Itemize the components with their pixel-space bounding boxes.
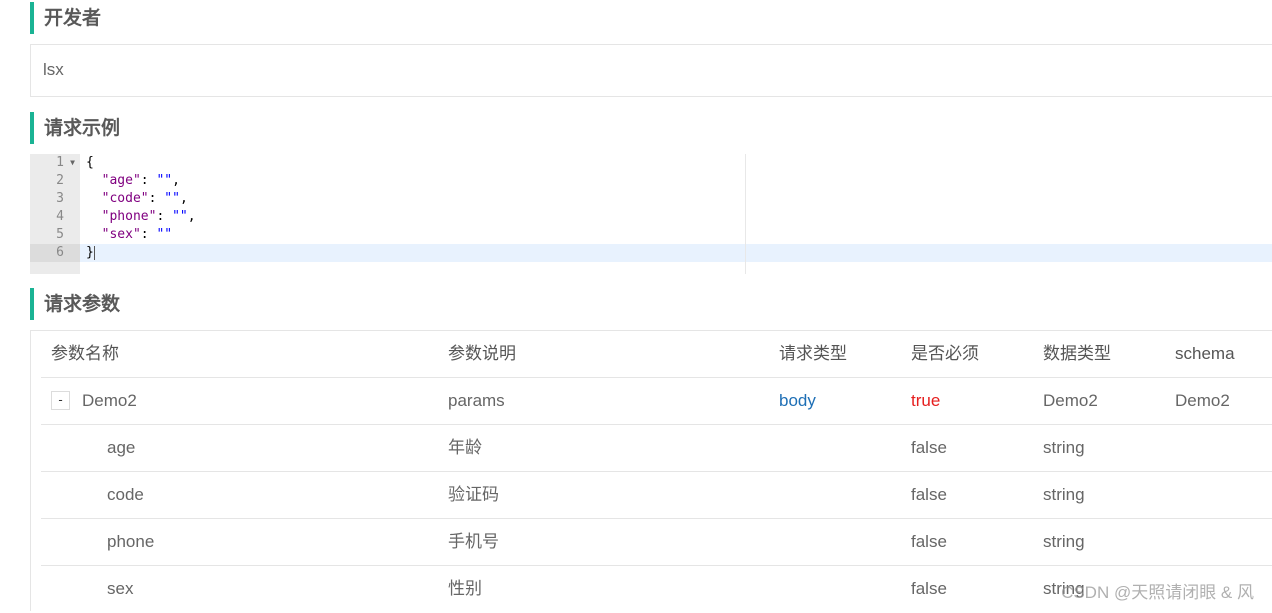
param-required: false — [911, 579, 947, 598]
param-data-type: string — [1043, 485, 1085, 504]
line-number: 2 — [56, 173, 64, 188]
param-data-type: Demo2 — [1043, 391, 1098, 410]
param-desc: 验证码 — [448, 485, 499, 504]
header-required: 是否必须 — [911, 344, 979, 363]
code-line: "code": "", — [101, 191, 188, 206]
print-margin — [745, 154, 746, 274]
param-desc: 性别 — [448, 579, 482, 598]
param-desc: 年龄 — [448, 438, 482, 457]
developer-section-title: 开发者 — [30, 2, 1272, 34]
header-schema: schema — [1175, 344, 1235, 363]
watermark: CSDN @天照请闭眼 & 风 — [1061, 583, 1254, 602]
param-name: age — [107, 438, 136, 457]
code-line: } — [86, 245, 95, 260]
collapse-toggle-button[interactable]: - — [51, 391, 70, 410]
code-line: { — [86, 155, 94, 170]
param-required: false — [911, 485, 947, 504]
table-row: - Demo2 params body true Demo2 Demo2 — [41, 378, 1272, 425]
param-name: code — [107, 485, 144, 504]
param-desc: 手机号 — [448, 532, 499, 551]
line-number: 5 — [56, 227, 64, 242]
editor-gutter: 1 ▼ 2 3 4 5 6 — [30, 154, 80, 274]
param-required: true — [911, 391, 941, 410]
header-request-type: 请求类型 — [779, 344, 847, 363]
active-line-highlight — [80, 244, 1272, 262]
table-header-row: 参数名称 参数说明 请求类型 是否必须 数据类型 schema — [41, 331, 1272, 378]
line-number: 4 — [56, 209, 64, 224]
param-data-type: string — [1043, 532, 1085, 551]
params-table: 参数名称 参数说明 请求类型 是否必须 数据类型 schema - Demo2 … — [30, 330, 1272, 611]
param-required: false — [911, 438, 947, 457]
code-line: "phone": "", — [101, 209, 196, 224]
request-example-title: 请求示例 — [30, 112, 1272, 144]
header-param-name: 参数名称 — [51, 344, 119, 363]
text-cursor — [93, 245, 95, 260]
param-name: sex — [107, 579, 134, 598]
line-number: 3 — [56, 191, 64, 206]
param-schema: Demo2 — [1175, 391, 1230, 410]
header-data-type: 数据类型 — [1043, 344, 1111, 363]
param-desc: params — [448, 391, 505, 410]
header-param-desc: 参数说明 — [448, 344, 516, 363]
request-params-title: 请求参数 — [30, 288, 1272, 320]
code-line: "age": "", — [101, 173, 180, 188]
line-number-active: 6 — [30, 244, 80, 262]
code-editor[interactable]: 1 ▼ 2 3 4 5 6 { "age": "", "code": "", "p… — [30, 154, 1272, 274]
param-name: phone — [107, 532, 155, 551]
table-row: age 年龄 false string — [41, 425, 1272, 472]
developer-value: lsx — [30, 44, 1272, 97]
param-required: false — [911, 532, 947, 551]
line-number: 1 ▼ — [56, 154, 75, 172]
param-data-type: string — [1043, 438, 1085, 457]
table-row: phone 手机号 false string — [41, 519, 1272, 566]
table-row: code 验证码 false string — [41, 472, 1272, 519]
param-request-type: body — [779, 391, 816, 410]
fold-toggle-icon[interactable]: ▼ — [70, 154, 75, 172]
param-name: Demo2 — [82, 391, 137, 410]
code-line: "sex": "" — [101, 227, 173, 242]
